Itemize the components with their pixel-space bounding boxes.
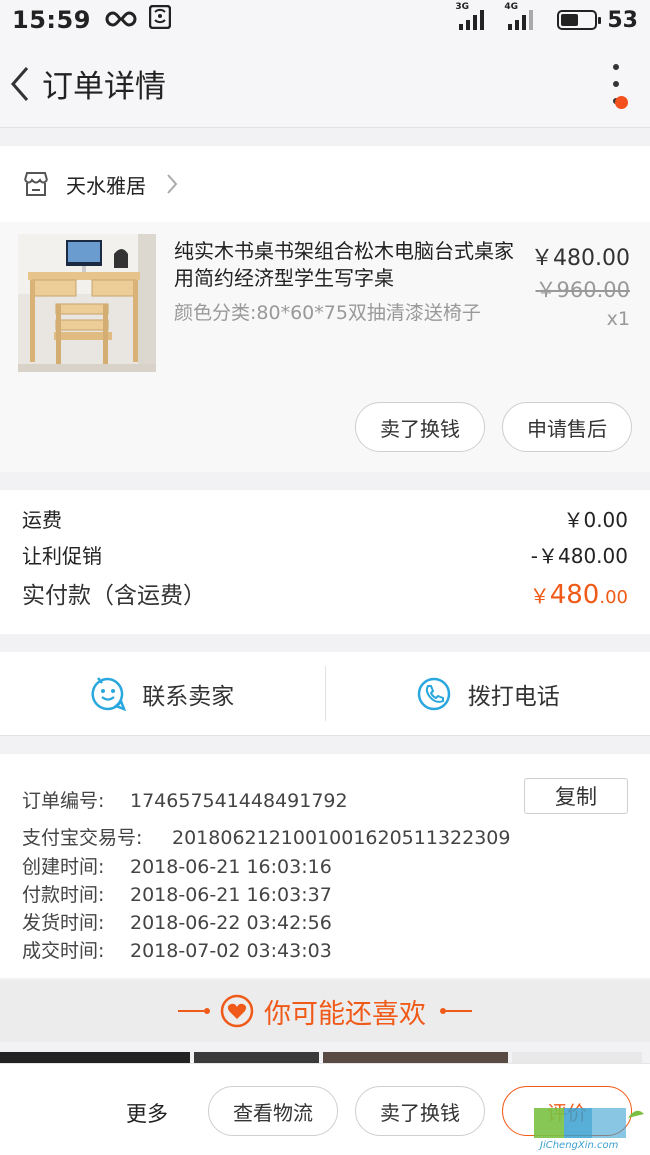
notification-dot	[615, 96, 628, 109]
total-value: ￥480.00	[529, 580, 628, 610]
shipping-value: ￥0.00	[563, 508, 628, 532]
alipay-number-line: 支付宝交易号: 2018062121001001620511322309	[22, 827, 511, 849]
order-number: 174657541448491792	[130, 790, 348, 812]
product-image[interactable]	[18, 234, 156, 372]
nav-bar: 订单详情	[0, 40, 650, 128]
call-phone-label: 拨打电话	[467, 683, 560, 710]
product-spec: 颜色分类:80*60*75双抽清漆送椅子	[174, 302, 481, 324]
product-item[interactable]: 纯实木书桌书架组合松木电脑台式桌家用简约经济型学生写字桌 颜色分类:80*60*…	[0, 222, 650, 472]
signal-4g-icon: 4G	[504, 2, 534, 30]
chevron-right-icon	[167, 174, 178, 194]
infinity-icon	[105, 6, 137, 34]
paid-time-line: 付款时间: 2018-06-21 16:03:37	[22, 884, 332, 906]
product-price: ￥480.00	[531, 246, 630, 271]
product-title[interactable]: 纯实木书桌书架组合松木电脑台式桌家用简约经济型学生写字桌	[174, 238, 524, 292]
heart-icon	[220, 994, 254, 1028]
view-logistics-button[interactable]: 查看物流	[208, 1086, 338, 1136]
created-time-line: 创建时间: 2018-06-21 16:03:16	[22, 856, 332, 878]
discount-label: 让利促销	[22, 544, 102, 568]
back-button[interactable]	[0, 40, 40, 128]
total-label: 实付款（含运费）	[22, 583, 206, 609]
shop-row[interactable]: 天水雅居	[0, 146, 650, 222]
sell-button[interactable]: 卖了换钱	[355, 1086, 485, 1136]
recommend-header: 你可能还喜欢	[0, 980, 650, 1042]
call-phone-button[interactable]: 拨打电话	[326, 652, 650, 735]
completed-time-line: 成交时间: 2018-07-02 03:43:03	[22, 940, 332, 962]
page-title: 订单详情	[42, 69, 166, 105]
status-bar: 15:59 3G 4G 53	[0, 0, 650, 40]
chat-bubble-icon	[91, 676, 127, 711]
recommend-title: 你可能还喜欢	[264, 998, 426, 1030]
shipped-time-line: 发货时间: 2018-06-22 03:42:56	[22, 912, 332, 934]
signal-3g-icon: 3G	[455, 2, 485, 30]
shop-name: 天水雅居	[66, 173, 146, 198]
battery-icon	[557, 10, 602, 30]
fee-summary: 运费 ￥0.00 让利促销 -￥480.00 实付款（含运费） ￥480.00	[0, 490, 650, 634]
discount-row: 让利促销 -￥480.00	[22, 540, 628, 569]
contact-bar: 联系卖家 拨打电话	[0, 652, 650, 736]
phone-icon	[417, 677, 450, 710]
copy-button[interactable]: 复制	[524, 778, 628, 814]
battery-percent: 53	[607, 7, 638, 33]
order-info: 订单编号: 174657541448491792 复制 支付宝交易号: 201806…	[0, 754, 650, 978]
store-icon	[24, 172, 48, 196]
hotspot-icon	[148, 4, 172, 35]
product-quantity: x1	[606, 308, 630, 330]
discount-value: -￥480.00	[530, 544, 628, 568]
contact-seller-label: 联系卖家	[142, 683, 235, 710]
status-time: 15:59	[12, 6, 91, 34]
contact-seller-button[interactable]: 联系卖家	[0, 652, 325, 735]
product-original-price: ￥960.00	[535, 278, 630, 302]
after-sales-button[interactable]: 申请售后	[502, 402, 632, 452]
more-button[interactable]: 更多	[126, 1098, 168, 1128]
sell-for-cash-button[interactable]: 卖了换钱	[355, 402, 485, 452]
shipping-label: 运费	[22, 508, 62, 532]
shipping-row: 运费 ￥0.00	[22, 504, 628, 533]
chevron-left-icon	[11, 66, 29, 101]
order-number-line: 订单编号: 174657541448491792	[22, 790, 348, 812]
watermark-url: JiChengXin.com	[540, 1140, 619, 1151]
total-row: 实付款（含运费） ￥480.00	[22, 576, 628, 610]
